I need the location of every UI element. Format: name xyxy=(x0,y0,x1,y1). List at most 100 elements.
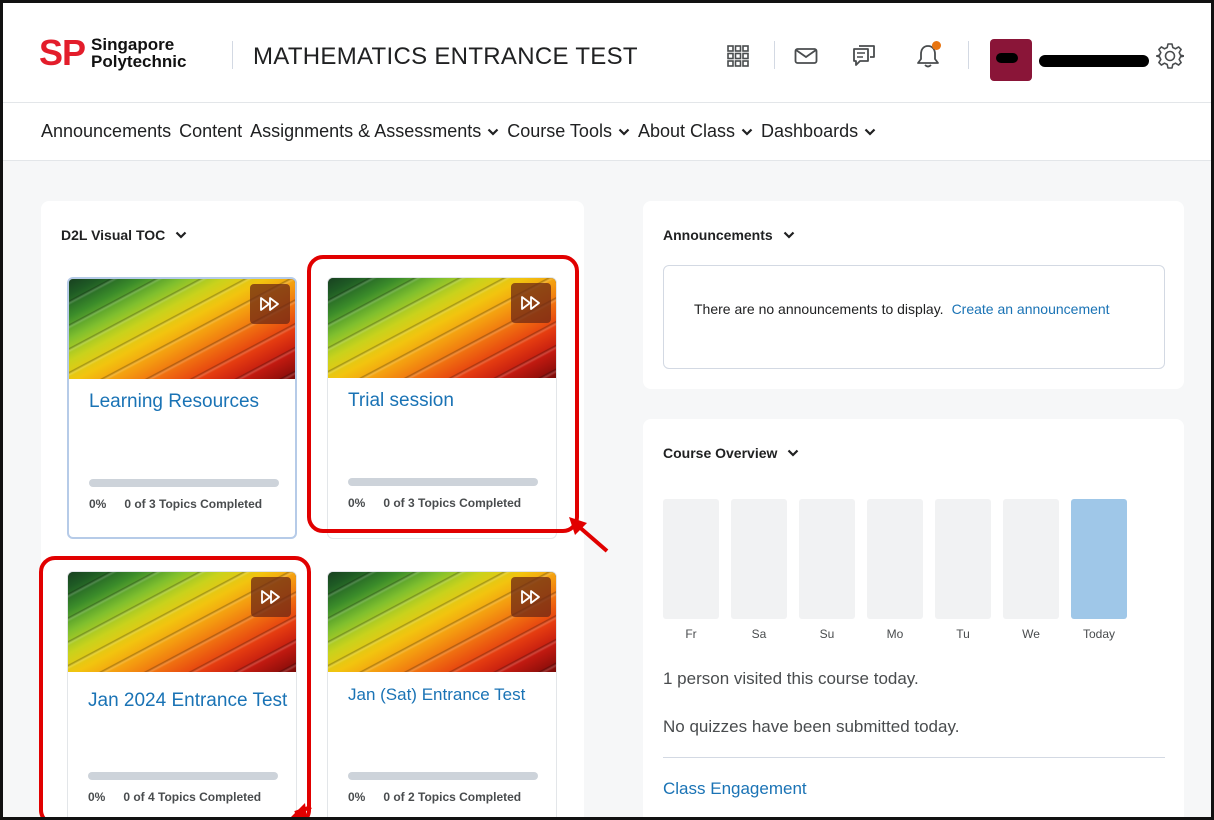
progress-bar xyxy=(89,479,279,487)
chevron-down-icon xyxy=(175,231,187,239)
day-label: Mo xyxy=(886,627,904,641)
chevron-down-icon xyxy=(618,128,630,136)
day-label: Tu xyxy=(956,627,970,641)
browser-frame: SP Singapore Polytechnic MATHEMATICS ENT… xyxy=(0,0,1214,820)
fast-forward-icon[interactable] xyxy=(251,577,291,617)
day-label: We xyxy=(1022,627,1040,641)
class-engagement-link[interactable]: Class Engagement xyxy=(663,779,807,799)
topics-completed: 0 of 3 Topics Completed xyxy=(124,497,263,511)
chevron-down-icon xyxy=(783,231,794,239)
toc-card[interactable]: Trial session 0% 0 of 3 Topics Completed xyxy=(327,277,557,539)
toc-card[interactable]: Jan 2024 Entrance Test 0% 0 of 4 Topics … xyxy=(67,571,297,817)
card-cover-image xyxy=(328,572,556,672)
nav-dashboards[interactable]: Dashboards xyxy=(761,121,876,142)
quizzes-summary: No quizzes have been submitted today. xyxy=(663,717,960,736)
toc-title[interactable]: D2L Visual TOC xyxy=(61,227,187,243)
day-label: Su xyxy=(819,627,835,641)
visits-bar-fr[interactable] xyxy=(663,499,719,619)
visits-bar-su[interactable] xyxy=(799,499,855,619)
card-title-link[interactable]: Trial session xyxy=(348,386,454,416)
nav-about-class[interactable]: About Class xyxy=(638,121,753,142)
nav-label: Announcements xyxy=(41,121,172,141)
nav-label: Dashboards xyxy=(761,121,859,141)
announcements-title-text: Announcements xyxy=(663,227,773,243)
sp-logo[interactable]: SP Singapore Polytechnic xyxy=(39,35,186,71)
announcements-empty-box: There are no announcements to display. Cr… xyxy=(663,265,1165,369)
chevron-down-icon xyxy=(864,128,876,136)
apps-grid-icon[interactable] xyxy=(723,41,753,71)
visits-bar-tu[interactable] xyxy=(935,499,991,619)
topics-completed: 0 of 4 Topics Completed xyxy=(123,790,262,804)
divider xyxy=(663,757,1165,758)
card-cover-image xyxy=(328,278,556,378)
visits-bar-we[interactable] xyxy=(1003,499,1059,619)
card-cover-image xyxy=(69,279,295,379)
course-overview-panel: Course Overview Fr Sa Su Mo Tu We Today 1 pers… xyxy=(643,419,1184,817)
day-label: Fr xyxy=(685,627,697,641)
visits-summary: 1 person visited this course today. xyxy=(663,669,919,688)
progress-bar xyxy=(88,772,278,780)
gear-icon[interactable] xyxy=(1155,41,1185,71)
fast-forward-icon[interactable] xyxy=(511,577,551,617)
nav-label: Content xyxy=(179,121,243,141)
card-title-link[interactable]: Jan (Sat) Entrance Test xyxy=(348,686,528,704)
visits-bar-mo[interactable] xyxy=(867,499,923,619)
chat-icon[interactable] xyxy=(849,41,879,71)
nav-label: Assignments & Assessments xyxy=(250,121,482,141)
nav-label: Course Tools xyxy=(507,121,612,141)
chevron-down-icon xyxy=(487,128,499,136)
nav-assignments-assessments[interactable]: Assignments & Assessments xyxy=(250,121,499,142)
nav-announcements[interactable]: Announcements xyxy=(41,121,171,142)
card-title-link[interactable]: Learning Resources xyxy=(89,387,259,417)
toc-card[interactable]: Jan (Sat) Entrance Test 0% 0 of 2 Topics… xyxy=(327,571,557,817)
card-title-link[interactable]: Jan 2024 Entrance Test xyxy=(88,686,288,716)
header-divider xyxy=(232,41,233,69)
card-progress-meta: 0% 0 of 4 Topics Completed xyxy=(88,790,261,804)
fast-forward-icon[interactable] xyxy=(250,284,290,324)
avatar-redaction xyxy=(996,53,1018,63)
bell-icon[interactable] xyxy=(913,41,943,71)
username-redacted[interactable] xyxy=(1039,55,1149,67)
progress-bar xyxy=(348,478,538,486)
notification-dot xyxy=(932,41,941,50)
logo-line2: Polytechnic xyxy=(91,52,187,71)
visits-bar-today[interactable] xyxy=(1071,499,1127,619)
mail-icon[interactable] xyxy=(791,41,821,71)
toc-card[interactable]: Learning Resources 0% 0 of 3 Topics Comp… xyxy=(67,277,297,539)
nav-label: About Class xyxy=(637,121,736,141)
nav-course-tools[interactable]: Course Tools xyxy=(507,121,630,142)
card-progress-meta: 0% 0 of 2 Topics Completed xyxy=(348,790,521,804)
course-navbar: Announcements Content Assignments & Asse… xyxy=(3,103,1211,161)
chevron-down-icon xyxy=(741,128,753,136)
logo-mark: SP xyxy=(39,32,86,73)
visits-bar-sa[interactable] xyxy=(731,499,787,619)
fast-forward-icon[interactable] xyxy=(511,283,551,323)
no-announcements-text: There are no announcements to display. xyxy=(694,301,944,317)
create-announcement-link[interactable]: Create an announcement xyxy=(952,301,1110,317)
course-title[interactable]: MATHEMATICS ENTRANCE TEST xyxy=(253,43,638,71)
course-overview-title[interactable]: Course Overview xyxy=(663,445,799,461)
avatar[interactable] xyxy=(990,39,1032,81)
card-progress-meta: 0% 0 of 3 Topics Completed xyxy=(348,496,521,510)
progress-percent: 0% xyxy=(348,496,366,510)
topics-completed: 0 of 3 Topics Completed xyxy=(383,496,522,510)
card-progress-meta: 0% 0 of 3 Topics Completed xyxy=(89,497,262,511)
announcements-message: There are no announcements to display. Cr… xyxy=(694,296,1134,323)
day-label: Today xyxy=(1082,627,1116,641)
header-divider xyxy=(968,41,969,69)
progress-percent: 0% xyxy=(348,790,366,804)
progress-percent: 0% xyxy=(88,790,106,804)
chevron-down-icon xyxy=(788,449,799,457)
visual-toc-panel: D2L Visual TOC Learning Resources 0% 0 o… xyxy=(41,201,584,817)
course-overview-title-text: Course Overview xyxy=(663,445,778,461)
nav-content[interactable]: Content xyxy=(179,121,242,142)
announcements-panel: Announcements There are no announcements… xyxy=(643,201,1184,389)
card-cover-image xyxy=(68,572,296,672)
toc-title-text: D2L Visual TOC xyxy=(61,227,166,243)
progress-percent: 0% xyxy=(89,497,107,511)
top-header: SP Singapore Polytechnic MATHEMATICS ENT… xyxy=(3,3,1211,103)
announcements-title[interactable]: Announcements xyxy=(663,227,795,243)
day-label: Sa xyxy=(751,627,767,641)
topics-completed: 0 of 2 Topics Completed xyxy=(383,790,522,804)
progress-bar xyxy=(348,772,538,780)
